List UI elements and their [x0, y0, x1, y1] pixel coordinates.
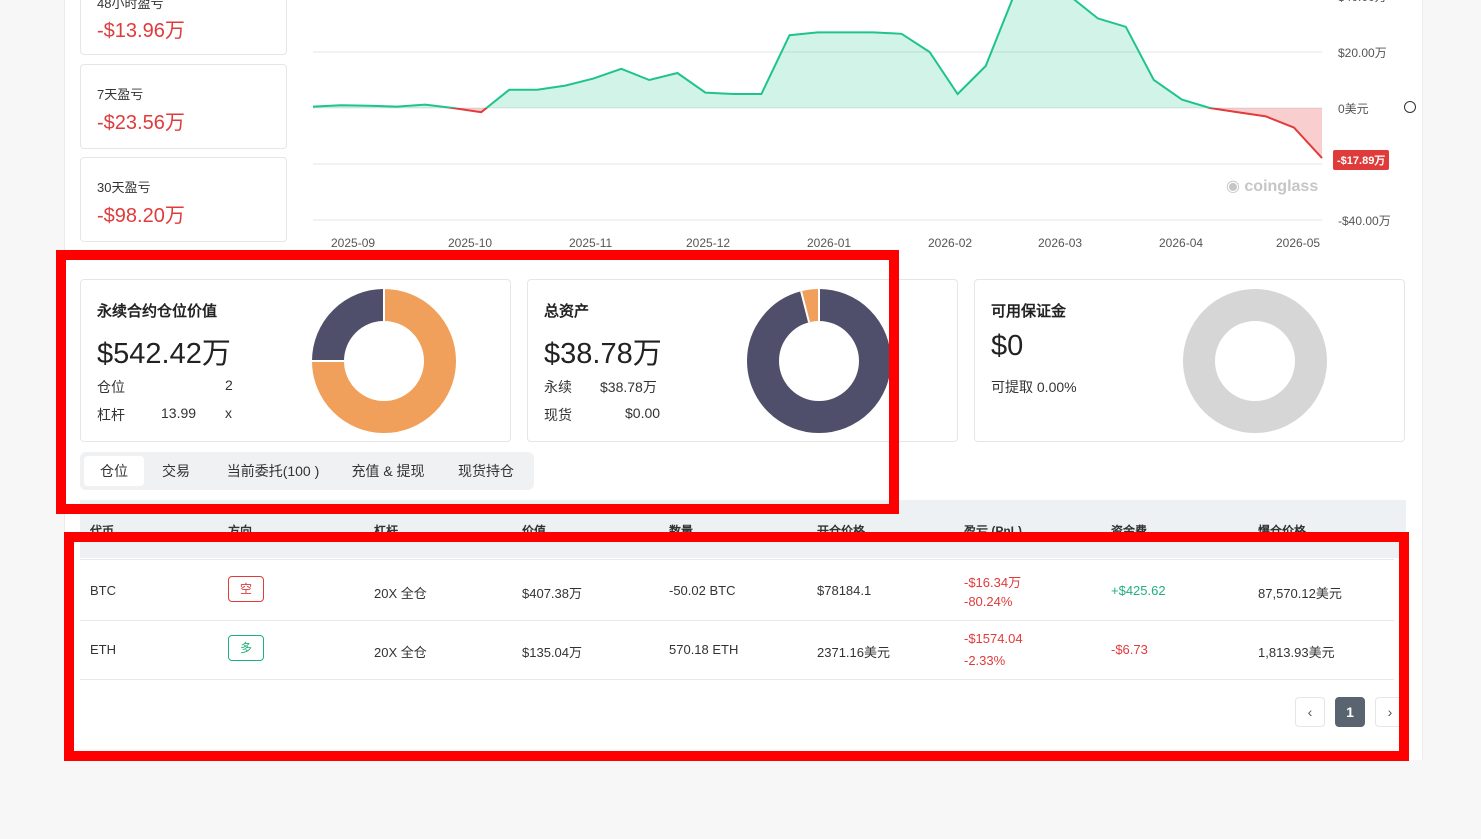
y-tick-label: -$40.00万 — [1338, 214, 1391, 228]
highlight-box-stats — [56, 250, 899, 514]
last-value-badge: -$17.89万 — [1333, 150, 1390, 170]
y-tick-label: 0美元 — [1338, 102, 1369, 116]
donut-slice — [1183, 289, 1327, 433]
coinglass-watermark: ◉ coinglass — [1226, 176, 1318, 196]
x-tick-label: 2026-04 — [1159, 236, 1204, 250]
highlight-box-table — [64, 532, 1409, 761]
watermark-text: coinglass — [1244, 178, 1319, 195]
margin-donut-chart — [1183, 289, 1327, 433]
crosshair-icon[interactable] — [1404, 101, 1416, 113]
x-tick-label: 2025-09 — [331, 236, 376, 250]
x-tick-label: 2026-05 — [1276, 236, 1321, 250]
chart-area-positive — [313, 0, 1322, 108]
coinglass-logo-icon: ◉ — [1226, 178, 1245, 195]
x-tick-label: 2025-12 — [686, 236, 731, 250]
x-tick-label: 2026-03 — [1038, 236, 1083, 250]
withdrawable-text: 可提取 0.00% — [991, 379, 1077, 395]
y-tick-label: $20.00万 — [1338, 46, 1387, 60]
x-tick-label: 2026-02 — [928, 236, 973, 250]
x-tick-label: 2026-01 — [807, 236, 852, 250]
x-tick-label: 2025-10 — [448, 236, 493, 250]
available-margin-card: 可用保证金 $0 可提取 0.00% — [974, 279, 1405, 442]
x-tick-label: 2025-11 — [569, 236, 613, 250]
card-value: $0 — [991, 330, 1024, 362]
pnl-chart — [312, 0, 1323, 221]
card-title: 可用保证金 — [991, 303, 1067, 320]
y-tick-label: $40.00万 — [1338, 0, 1387, 5]
